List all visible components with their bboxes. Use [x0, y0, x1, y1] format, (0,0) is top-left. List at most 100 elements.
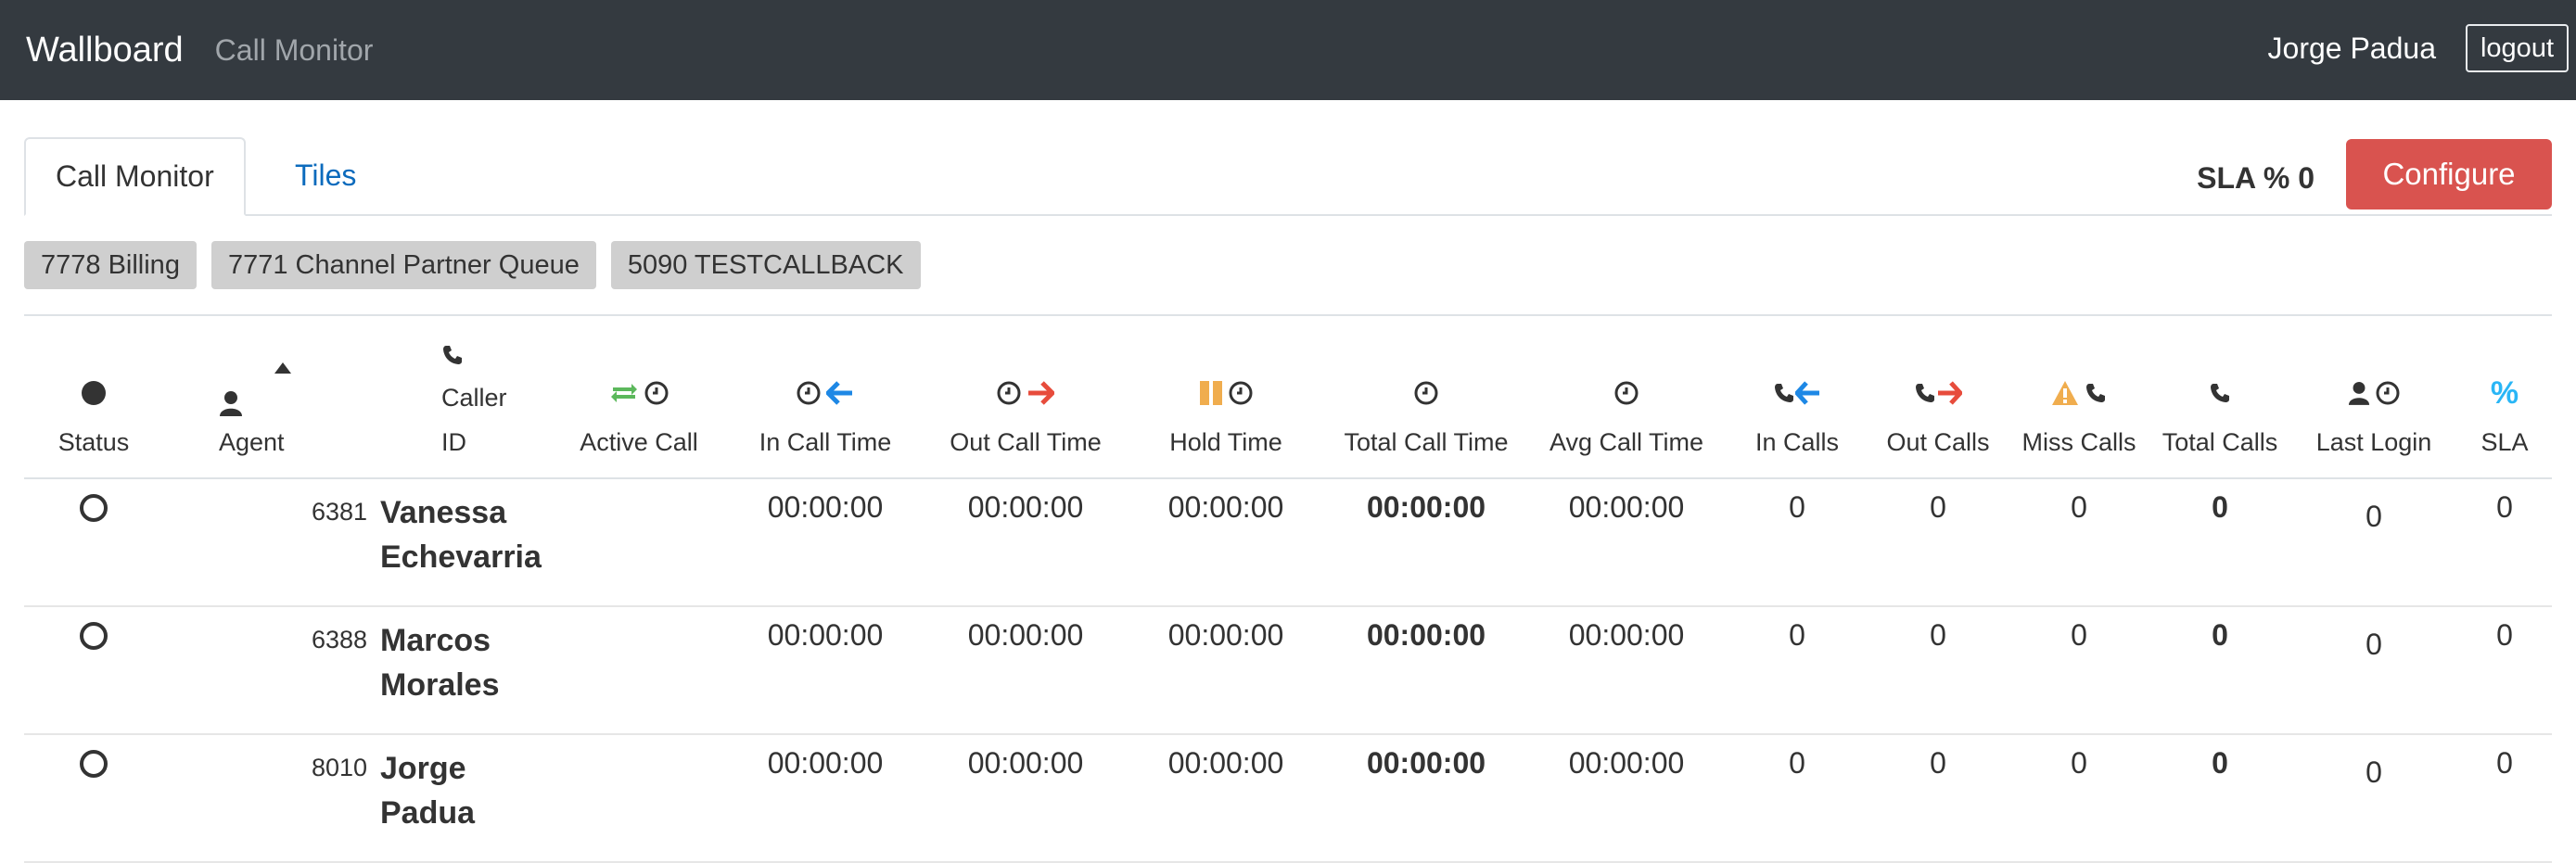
hold-time: 00:00:00 [1126, 606, 1326, 735]
phone-icon [441, 344, 553, 366]
col-total-calls[interactable]: Total Calls [2149, 316, 2290, 479]
hold-time: 00:00:00 [1126, 478, 1326, 607]
clock-icon [1414, 381, 1438, 405]
avg-call-time: 00:00:00 [1526, 734, 1727, 863]
avg-call-time: 00:00:00 [1526, 478, 1727, 607]
col-caller-id[interactable]: Caller ID [441, 316, 553, 479]
filled-circle-icon [81, 380, 107, 406]
percent-icon: % [2490, 374, 2519, 411]
tab-bar: Call Monitor Tiles SLA % 0 Configure [24, 119, 2552, 216]
navbar-user-area: Jorge Padua logout [2268, 24, 2569, 72]
table-row[interactable]: 6388 Marcos Morales 00:00:00 00:00:00 00… [24, 606, 2552, 735]
configure-button[interactable]: Configure [2346, 139, 2552, 209]
total-calls: 0 [2149, 606, 2290, 735]
table-row[interactable]: 6381 Vanessa Echevarria 00:00:00 00:00:0… [24, 478, 2552, 607]
active-call-cell [553, 606, 725, 735]
in-calls: 0 [1727, 478, 1868, 607]
arrow-left-icon [1795, 381, 1821, 405]
col-in-calls[interactable]: In Calls [1727, 316, 1868, 479]
total-call-time: 00:00:00 [1326, 734, 1526, 863]
col-agent[interactable]: Agent [163, 316, 441, 479]
col-sla[interactable]: % SLA [2457, 316, 2552, 479]
sla-value: 0 [2457, 606, 2552, 735]
phone-icon [2209, 382, 2231, 404]
clock-icon [644, 381, 669, 405]
agent-extension: 6381 [312, 498, 368, 526]
table-row[interactable]: 8010 Jorge Padua 00:00:00 00:00:00 00:00… [24, 734, 2552, 863]
nav-link-call-monitor[interactable]: Call Monitor [215, 33, 374, 68]
out-calls: 0 [1868, 606, 2009, 735]
col-last-login[interactable]: Last Login [2290, 316, 2457, 479]
status-offline-icon [80, 622, 108, 650]
miss-calls: 0 [2009, 478, 2149, 607]
clock-icon [797, 381, 821, 405]
phone-icon [1914, 382, 1936, 404]
active-call-cell [553, 734, 725, 863]
queue-chip-billing[interactable]: 7778 Billing [24, 241, 197, 289]
in-calls: 0 [1727, 606, 1868, 735]
sla-value: 0 [2457, 734, 2552, 863]
clock-icon [1614, 381, 1639, 405]
hold-time: 00:00:00 [1126, 734, 1326, 863]
agent-name: Vanessa Echevarria [380, 495, 542, 575]
clock-icon [1229, 381, 1253, 405]
in-call-time: 00:00:00 [725, 734, 925, 863]
arrow-left-icon [826, 381, 854, 405]
out-calls: 0 [1868, 478, 2009, 607]
miss-calls: 0 [2009, 734, 2149, 863]
col-avg-call-time[interactable]: Avg Call Time [1526, 316, 1727, 479]
pause-icon [1199, 381, 1223, 405]
queue-chip-channel-partner[interactable]: 7771 Channel Partner Queue [210, 241, 596, 289]
call-monitor-table: Status Agent Caller ID Active Call In Ca… [24, 316, 2552, 863]
total-calls: 0 [2149, 734, 2290, 863]
brand-logo[interactable]: Wallboard [26, 31, 184, 70]
last-login: 0 [2290, 478, 2457, 607]
col-miss-calls[interactable]: Miss Calls [2009, 316, 2149, 479]
phone-icon [1773, 382, 1795, 404]
top-navbar: Wallboard Call Monitor Jorge Padua logou… [0, 0, 2576, 100]
total-call-time: 00:00:00 [1326, 606, 1526, 735]
last-login: 0 [2290, 606, 2457, 735]
status-offline-icon [80, 494, 108, 522]
queue-filter-bar: 7778 Billing 7771 Channel Partner Queue … [24, 216, 2552, 316]
col-out-calls[interactable]: Out Calls [1868, 316, 2009, 479]
user-icon [2348, 381, 2370, 405]
in-calls: 0 [1727, 734, 1868, 863]
col-in-call-time[interactable]: In Call Time [725, 316, 925, 479]
out-call-time: 00:00:00 [925, 606, 1126, 735]
total-calls: 0 [2149, 478, 2290, 607]
tab-call-monitor[interactable]: Call Monitor [24, 137, 246, 216]
out-call-time: 00:00:00 [925, 478, 1126, 607]
col-status[interactable]: Status [24, 316, 163, 479]
col-total-call-time[interactable]: Total Call Time [1326, 316, 1526, 479]
sla-value: 0 [2457, 478, 2552, 607]
arrow-right-icon [1027, 381, 1054, 405]
agent-name: Jorge Padua [380, 751, 476, 831]
logout-button[interactable]: logout [2465, 24, 2569, 72]
out-calls: 0 [1868, 734, 2009, 863]
in-call-time: 00:00:00 [725, 606, 925, 735]
sort-ascending-icon[interactable] [274, 362, 291, 374]
col-out-call-time[interactable]: Out Call Time [925, 316, 1126, 479]
agent-extension: 8010 [312, 754, 368, 781]
col-hold-time[interactable]: Hold Time [1126, 316, 1326, 479]
out-call-time: 00:00:00 [925, 734, 1126, 863]
current-user-name: Jorge Padua [2267, 31, 2436, 65]
agent-extension: 6388 [312, 626, 368, 654]
clock-icon [997, 381, 1021, 405]
main-content: Call Monitor Tiles SLA % 0 Configure 777… [0, 119, 2576, 863]
clock-icon [2376, 381, 2400, 405]
table-header-row: Status Agent Caller ID Active Call In Ca… [24, 316, 2552, 479]
tab-tiles[interactable]: Tiles [265, 137, 386, 214]
transfer-icon [609, 382, 639, 404]
status-offline-icon [80, 750, 108, 778]
agent-name: Marcos Morales [380, 623, 500, 703]
warning-icon [2051, 380, 2079, 406]
user-icon [219, 390, 243, 416]
total-call-time: 00:00:00 [1326, 478, 1526, 607]
avg-call-time: 00:00:00 [1526, 606, 1727, 735]
sla-percentage: SLA % 0 [2197, 161, 2315, 195]
col-active-call[interactable]: Active Call [553, 316, 725, 479]
last-login: 0 [2290, 734, 2457, 863]
queue-chip-testcallback[interactable]: 5090 TESTCALLBACK [610, 241, 921, 289]
